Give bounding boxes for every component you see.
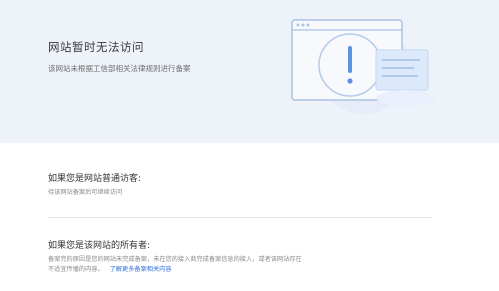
page-description: 该网站未根据工信部相关法律规则进行备案 <box>48 64 191 73</box>
owner-section-text-line2: 不适宜传播的内容。 了解更多备案相关内容 <box>48 265 172 275</box>
window-dot <box>296 23 300 27</box>
learn-more-link[interactable]: 了解更多备案相关内容 <box>110 266 172 273</box>
cloud-shape <box>376 90 436 106</box>
visitor-section-text: 待该网站备案后可继续访问 <box>48 189 123 196</box>
section-divider <box>48 217 432 218</box>
hero-banner: 网站暂时无法访问 该网站未根据工信部相关法律规则进行备案 <box>0 0 499 143</box>
window-dot <box>301 23 305 27</box>
window-dot <box>306 23 310 27</box>
document-panel-icon <box>375 49 429 91</box>
owner-section-text-line2-content: 不适宜传播的内容。 <box>48 266 104 273</box>
exclamation-dot <box>347 78 353 84</box>
warning-exclamation-illustration <box>291 19 436 114</box>
visitor-section-title: 如果您是网站普通访客: <box>48 174 142 184</box>
owner-section-text-line1: 备案完的原因是您的网站未完成备案，未在您的接入商完成备案信息的接入，或者该网站存… <box>48 256 302 263</box>
exclamation-bar <box>348 46 352 73</box>
owner-section-title: 如果您是该网站的所有者: <box>48 241 151 251</box>
page-title: 网站暂时无法访问 <box>48 40 144 54</box>
